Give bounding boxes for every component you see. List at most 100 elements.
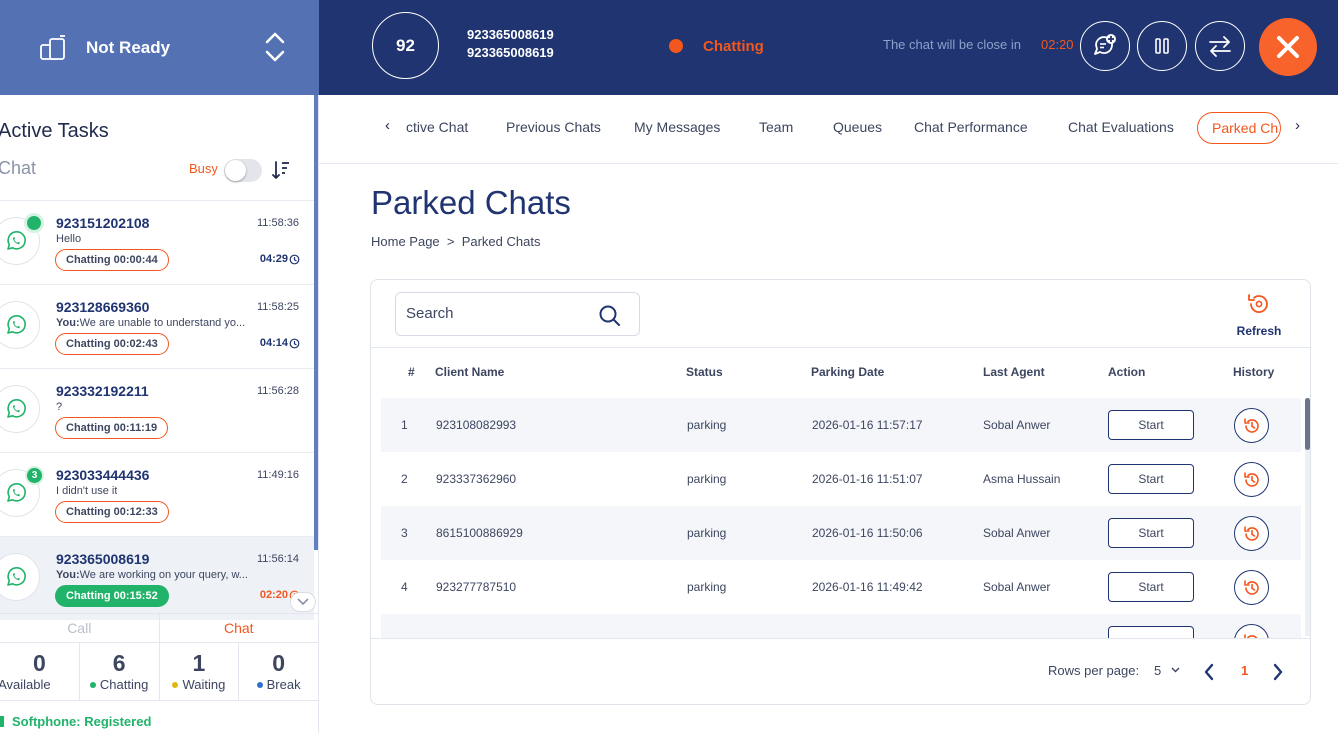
task-number: 923033444436	[56, 467, 150, 483]
task-list: 923151202108 11:58:36 Hello Chatting 00:…	[0, 200, 314, 620]
cell-date: 2026-01-16 11:57:17	[812, 418, 923, 432]
history-button[interactable]	[1234, 462, 1269, 497]
cell-agent: Sobal Anwer	[983, 526, 1051, 540]
col-last-agent: Last Agent	[983, 365, 1045, 379]
nav-next-arrow[interactable]: ›	[1295, 117, 1300, 134]
task-status-pill: Chatting 00:15:52	[55, 585, 169, 607]
start-button[interactable]: Start	[1108, 410, 1194, 440]
chat-add-icon	[1094, 34, 1116, 55]
chevron-right-icon[interactable]	[1272, 663, 1284, 681]
softphone-indicator	[0, 716, 4, 727]
tab-call[interactable]: Call	[0, 614, 159, 642]
cell-status: parking	[687, 526, 727, 540]
parked-chats-card: Refresh # Client Name Status Parking Dat…	[370, 279, 1311, 705]
task-timer: 04:14	[260, 337, 300, 349]
online-indicator	[24, 213, 44, 233]
add-chat-button[interactable]	[1080, 21, 1130, 71]
tab-parked-chats[interactable]: Parked Ch	[1197, 112, 1281, 144]
history-icon	[1243, 579, 1259, 595]
tab-chat-evaluations[interactable]: Chat Evaluations	[1068, 119, 1174, 135]
table-header: # Client Name Status Parking Date Last A…	[371, 347, 1310, 393]
task-item[interactable]: 923332192211 11:56:28 ? Chatting 00:11:1…	[0, 368, 314, 452]
cell-client: 923337362960	[436, 472, 517, 486]
end-chat-button[interactable]	[1259, 18, 1317, 76]
task-time: 11:56:28	[256, 385, 299, 397]
table-scrollbar[interactable]	[1305, 398, 1310, 636]
current-page[interactable]: 1	[1241, 663, 1248, 678]
transfer-icon	[1209, 36, 1231, 57]
search-box	[395, 292, 640, 336]
task-item[interactable]: 3 923033444436 11:49:16 I didn't use it …	[0, 452, 314, 536]
task-preview: You:We are unable to understand yo...	[56, 317, 246, 329]
col-client-name: Client Name	[435, 365, 505, 379]
softphone-status: Softphone: Registered	[0, 714, 151, 729]
refresh-icon	[1248, 294, 1268, 313]
cell-date: 2026-01-16 11:50:06	[812, 526, 923, 540]
start-button[interactable]	[1108, 626, 1194, 638]
tab-my-messages[interactable]: My Messages	[634, 119, 720, 135]
tab-team[interactable]: Team	[759, 119, 793, 135]
history-icon	[1243, 525, 1259, 541]
customer-numbers: 923365008619 923365008619	[467, 26, 554, 62]
transfer-button[interactable]	[1195, 21, 1245, 71]
whatsapp-icon	[0, 385, 40, 433]
task-timer: 04:29	[260, 253, 300, 265]
task-item-selected[interactable]: 923365008619 11:56:14 You:We are working…	[0, 536, 314, 620]
agent-status-selector[interactable]: Not Ready	[0, 0, 319, 95]
task-number: 923365008619	[56, 551, 150, 567]
chevron-down-icon[interactable]	[1171, 667, 1180, 673]
chat-state-dot	[669, 39, 683, 53]
nav-prev-arrow[interactable]: ‹	[385, 117, 390, 134]
refresh-button[interactable]: Refresh	[1229, 291, 1289, 338]
history-button[interactable]	[1234, 570, 1269, 605]
tab-previous-chats[interactable]: Previous Chats	[506, 119, 601, 135]
cell-client: 8615100886929	[436, 526, 523, 540]
stat-value: 0	[272, 650, 286, 676]
pause-button[interactable]	[1137, 21, 1187, 71]
cell-client: 923108082993	[436, 418, 517, 432]
agent-status-icon	[40, 34, 65, 60]
busy-label: Busy	[189, 161, 218, 176]
sidebar-title: Active Tasks	[0, 120, 109, 142]
table-scroll-thumb[interactable]	[1305, 398, 1310, 450]
start-button[interactable]: Start	[1108, 572, 1194, 602]
task-preview: Hello	[56, 233, 82, 245]
rows-per-page-select[interactable]: 5	[1154, 663, 1161, 678]
sort-icon[interactable]	[272, 160, 290, 180]
active-chat-count: 92	[372, 12, 439, 79]
chat-header: 92 923365008619 923365008619 Chatting Th…	[319, 0, 1338, 95]
sidebar-scrollbar[interactable]	[314, 95, 318, 550]
tab-queues[interactable]: Queues	[833, 119, 882, 135]
busy-toggle[interactable]	[224, 159, 262, 182]
stat-break: 0 Break	[239, 643, 318, 700]
customer-number-primary: 923365008619	[467, 27, 554, 42]
sidebar-subtitle: Chat	[0, 158, 37, 178]
col-parking-date: Parking Date	[811, 365, 885, 379]
task-item[interactable]: 923151202108 11:58:36 Hello Chatting 00:…	[0, 200, 314, 284]
tab-chat[interactable]: Chat	[158, 614, 319, 642]
close-countdown-message: The chat will be close in	[883, 37, 1022, 52]
history-button[interactable]	[1234, 516, 1269, 551]
main-nav-tabs: ‹ ctive Chat Previous Chats My Messages …	[319, 95, 1338, 164]
task-status-pill: Chatting 00:11:19	[55, 417, 169, 439]
softphone-label: Softphone: Registered	[12, 714, 152, 729]
start-button[interactable]: Start	[1108, 518, 1194, 548]
app-root: Not Ready 92 923365008619 923365008619 C…	[0, 0, 1338, 733]
tab-active-chat[interactable]: ctive Chat	[406, 119, 468, 135]
stat-label: Break	[266, 677, 301, 692]
task-item[interactable]: 923128669360 11:58:25 You:We are unable …	[0, 284, 314, 368]
scroll-down-button[interactable]	[290, 592, 316, 612]
col-action: Action	[1108, 365, 1146, 379]
start-button[interactable]: Start	[1108, 464, 1194, 494]
cell-agent: Sobal Anwer	[983, 580, 1051, 594]
chevron-up-down-icon[interactable]	[262, 30, 288, 64]
task-time: 11:58:36	[256, 217, 299, 229]
history-button[interactable]	[1234, 624, 1269, 638]
stat-chatting: 6 Chatting	[80, 643, 160, 700]
cell-client: 923277787510	[436, 580, 517, 594]
chevron-left-icon[interactable]	[1203, 663, 1215, 681]
history-button[interactable]	[1234, 408, 1269, 443]
search-icon[interactable]	[598, 304, 622, 328]
tab-chat-performance[interactable]: Chat Performance	[914, 119, 1028, 135]
search-input[interactable]	[406, 305, 586, 322]
